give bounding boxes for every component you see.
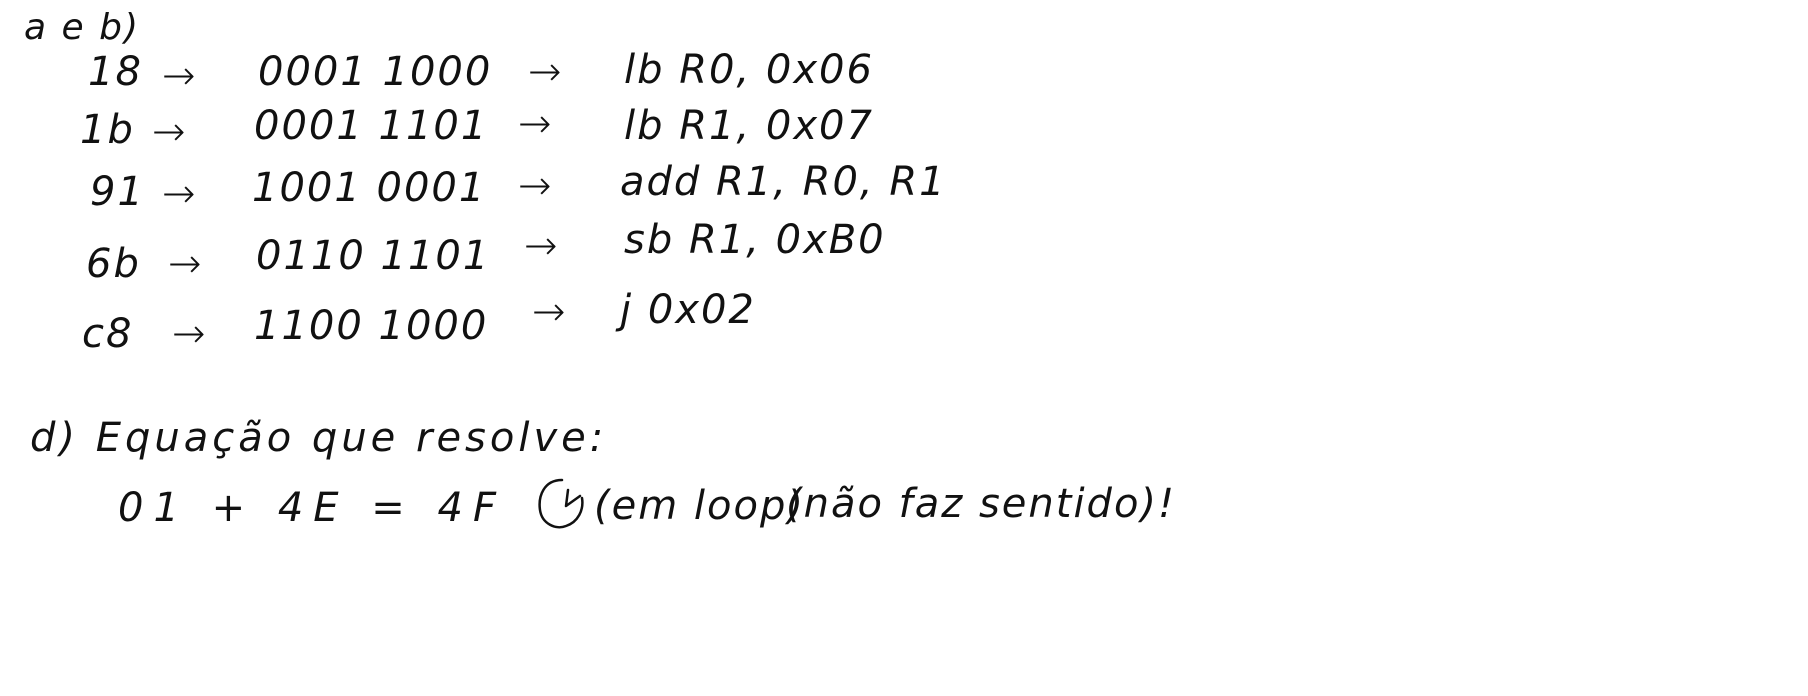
row-1-hex: 18 [88, 49, 143, 95]
row-2-binary: 0001 1101 [254, 103, 489, 149]
row-5-arrow-2: → [532, 289, 566, 335]
note-nao-faz-sentido: (não faz sentido)! [786, 481, 1177, 527]
row-2-instruction: lb R1, 0x07 [624, 103, 874, 149]
row-4-arrow-1: → [168, 241, 202, 287]
section-ab-label: a e b) [24, 7, 140, 48]
handwritten-page: a e b) 18 → 0001 1000 → lb R0, 0x06 1b →… [0, 0, 1808, 696]
note-em-loop: (em loop) [594, 483, 805, 529]
section-d-label: d) Equação que resolve: [30, 415, 608, 461]
row-2-arrow-2: → [518, 101, 552, 147]
row-5-arrow-1: → [172, 311, 206, 357]
row-3-binary: 1001 0001 [252, 165, 487, 211]
row-3-arrow-2: → [518, 163, 552, 209]
row-3-arrow-1: → [162, 171, 196, 217]
row-4-arrow-2: → [524, 223, 558, 269]
row-5-binary: 1100 1000 [254, 303, 489, 349]
row-1-binary: 0001 1000 [258, 49, 493, 95]
row-4-hex: 6b [86, 241, 141, 287]
row-1-arrow-1: → [162, 53, 196, 99]
row-2-arrow-1: → [152, 109, 186, 155]
row-5-instruction: j 0x02 [620, 287, 756, 333]
row-1-instruction: lb R0, 0x06 [624, 47, 874, 93]
row-2-hex: 1b [80, 107, 135, 153]
equation: 01 + 4E = 4F [118, 485, 506, 531]
row-5-hex: c8 [82, 311, 134, 357]
loop-arrow-icon [538, 478, 584, 529]
row-4-binary: 0110 1101 [256, 233, 491, 279]
row-3-hex: 91 [90, 169, 145, 215]
row-3-instruction: add R1, R0, R1 [620, 159, 947, 205]
row-1-arrow-2: → [528, 49, 562, 95]
row-4-instruction: sb R1, 0xB0 [624, 217, 886, 263]
